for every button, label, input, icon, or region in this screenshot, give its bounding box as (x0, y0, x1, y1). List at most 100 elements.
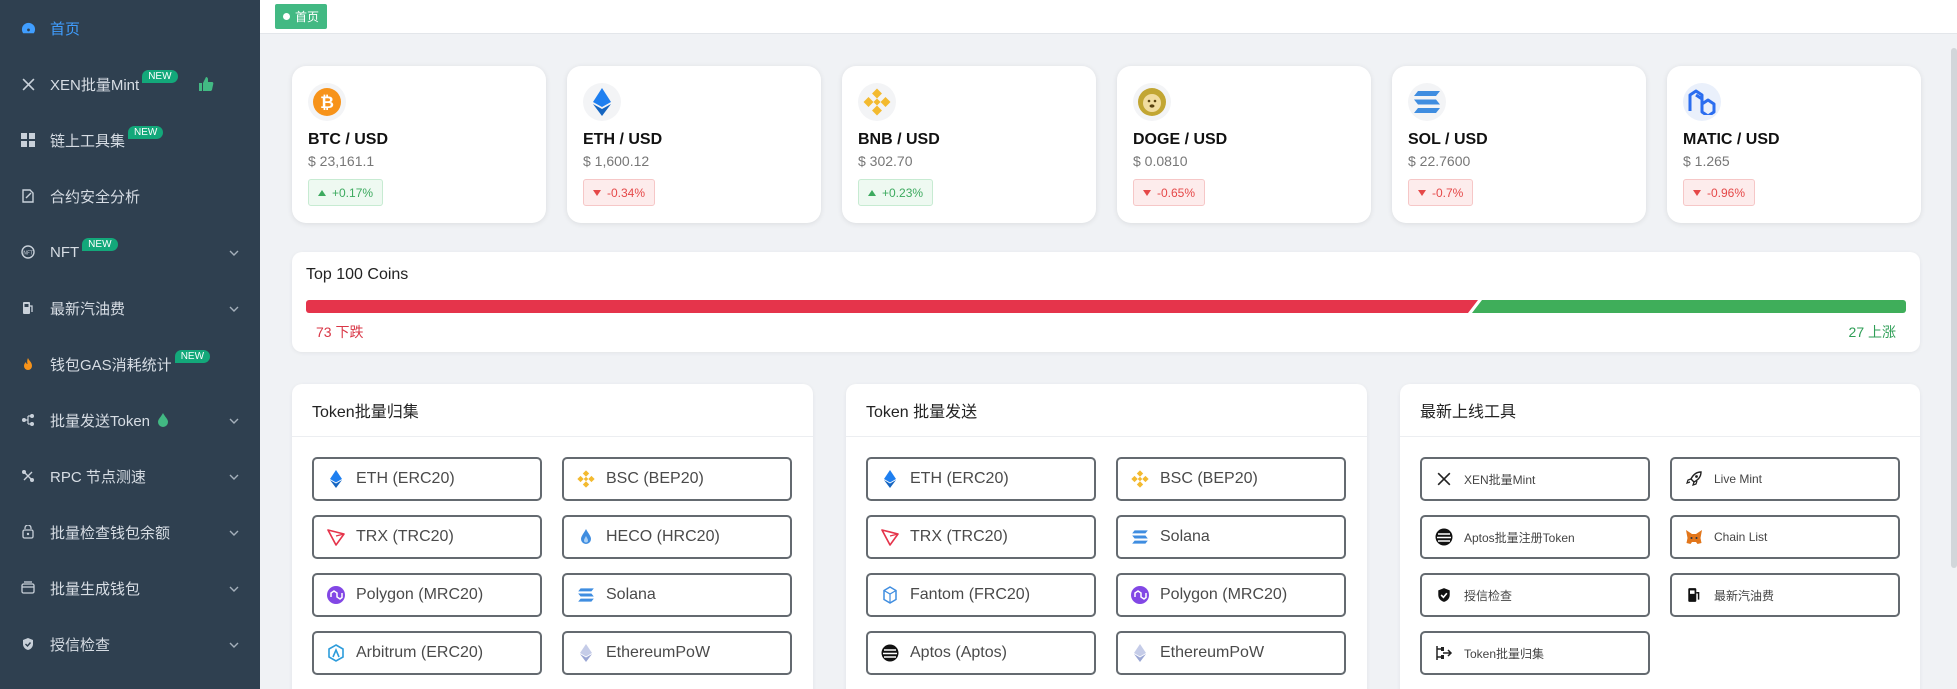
button-label: Chain List (1714, 530, 1768, 544)
change-badge: +0.23% (858, 179, 934, 206)
collect-icon (1434, 643, 1454, 663)
pair-name: ETH / USD (583, 131, 663, 148)
collect-polygon-button[interactable]: Polygon (MRC20) (312, 573, 542, 617)
tool-xen-mint-button[interactable]: XEN批量Mint (1420, 457, 1650, 501)
bnb-icon (858, 83, 896, 121)
fire-icon (20, 356, 36, 372)
button-label: Fantom (FRC20) (910, 586, 1031, 603)
send-solana-button[interactable]: Solana (1116, 515, 1346, 559)
shield-icon (1434, 585, 1454, 605)
price-value: $ 23,161.1 (308, 153, 375, 169)
drop-icon (156, 412, 170, 428)
panel-title: 最新上线工具 (1400, 384, 1920, 437)
sidebar-item-label: XEN批量Mint (50, 76, 140, 94)
page-scrollbar-thumb[interactable] (1951, 48, 1957, 568)
speed-icon (20, 468, 36, 484)
sidebar-item-label: 批量发送Token (50, 412, 151, 430)
button-label: TRX (TRC20) (356, 528, 454, 545)
sidebar-item-nft[interactable]: NFT NFT NEW (0, 224, 260, 280)
tron-icon (880, 527, 900, 547)
button-label: ETH (ERC20) (910, 470, 1009, 487)
send-fantom-button[interactable]: Fantom (FRC20) (866, 573, 1096, 617)
button-label: Solana (1160, 528, 1210, 545)
sidebar-item-label: 首页 (50, 20, 81, 38)
change-value: -0.65% (1157, 185, 1196, 200)
send-icon (20, 412, 36, 428)
collect-trx-button[interactable]: TRX (TRC20) (312, 515, 542, 559)
fantom-icon (880, 585, 900, 605)
collect-bsc-button[interactable]: BSC (BEP20) (562, 457, 792, 501)
solana-icon (1130, 527, 1150, 547)
ethereum-icon (583, 83, 621, 121)
collect-solana-button[interactable]: Solana (562, 573, 792, 617)
dashboard-icon (20, 20, 36, 36)
collect-ethpow-button[interactable]: EthereumPoW (562, 631, 792, 675)
x-icon (1434, 469, 1454, 489)
rocket-icon (1684, 469, 1704, 489)
price-value: $ 1.265 (1683, 153, 1730, 169)
send-aptos-button[interactable]: Aptos (Aptos) (866, 631, 1096, 675)
change-value: -0.7% (1432, 185, 1464, 200)
sidebar-item-approval-check[interactable]: 授信检查 (0, 616, 260, 672)
sidebar-item-label: 合约安全分析 (50, 188, 141, 206)
price-card-doge: DOGE / USD $ 0.0810 -0.65% (1117, 66, 1371, 223)
gas-pump-icon (1684, 585, 1704, 605)
bnb-icon (576, 469, 596, 489)
collect-arbitrum-button[interactable]: Arbitrum (ERC20) (312, 631, 542, 675)
arbitrum-icon (326, 643, 346, 663)
tool-chain-list-button[interactable]: Chain List (1670, 515, 1900, 559)
sidebar-item-check-balance[interactable]: 批量检查钱包余额 (0, 504, 260, 560)
collect-eth-button[interactable]: ETH (ERC20) (312, 457, 542, 501)
sidebar-item-home[interactable]: 首页 (0, 0, 260, 56)
new-badge: NEW (174, 349, 211, 363)
sidebar-item-rpc-speed[interactable]: RPC 节点测速 (0, 448, 260, 504)
pair-name: SOL / USD (1408, 131, 1488, 148)
sidebar-item-chain-tools[interactable]: 链上工具集 NEW (0, 112, 260, 168)
tool-approval-check-button[interactable]: 授信检查 (1420, 573, 1650, 617)
panel-new-tools: 最新上线工具 XEN批量Mint Live Mint Aptos批量注册Toke… (1400, 384, 1920, 689)
decline-label: 73 下跌 (316, 324, 364, 340)
send-eth-button[interactable]: ETH (ERC20) (866, 457, 1096, 501)
send-bsc-button[interactable]: BSC (BEP20) (1116, 457, 1346, 501)
sidebar-item-contract-analysis[interactable]: 合约安全分析 (0, 168, 260, 224)
send-ethpow-button[interactable]: EthereumPoW (1116, 631, 1346, 675)
tag-home[interactable]: 首页 (275, 4, 328, 29)
button-label: EthereumPoW (606, 644, 711, 661)
send-polygon-button[interactable]: Polygon (MRC20) (1116, 573, 1346, 617)
sidebar-item-xen-mint[interactable]: XEN批量Mint NEW (0, 56, 260, 112)
aptos-icon (880, 643, 900, 663)
price-value: $ 302.70 (858, 153, 913, 169)
sidebar-item-label: 最新汽油费 (50, 300, 126, 318)
button-label: Polygon (MRC20) (1160, 586, 1288, 603)
tool-token-collect-button[interactable]: Token批量归集 (1420, 631, 1650, 675)
button-label: Live Mint (1714, 472, 1763, 486)
sidebar-item-gas-price[interactable]: 最新汽油费 (0, 280, 260, 336)
chevron-down-icon (228, 246, 240, 258)
triangle-down-icon (1693, 189, 1701, 196)
sidebar-item-label: RPC 节点测速 (50, 468, 146, 486)
matic-icon (1683, 83, 1721, 121)
change-value: -0.34% (607, 185, 646, 200)
sidebar-item-generate-wallet[interactable]: 批量生成钱包 (0, 560, 260, 616)
chevron-down-icon (228, 470, 240, 482)
tool-live-mint-button[interactable]: Live Mint (1670, 457, 1900, 501)
send-trx-button[interactable]: TRX (TRC20) (866, 515, 1096, 559)
sidebar-item-batch-send[interactable]: 批量发送Token (0, 392, 260, 448)
button-label: Token批量归集 (1464, 646, 1545, 661)
price-card-bnb: BNB / USD $ 302.70 +0.23% (842, 66, 1096, 223)
rise-label: 27 上涨 (1848, 324, 1896, 340)
ethpow-icon (576, 643, 596, 663)
top100-title: Top 100 Coins (306, 266, 409, 283)
sidebar-item-gas-stats[interactable]: 钱包GAS消耗统计 NEW (0, 336, 260, 392)
tool-aptos-register-button[interactable]: Aptos批量注册Token (1420, 515, 1650, 559)
heco-icon (576, 527, 596, 547)
chevron-down-icon (228, 526, 240, 538)
chevron-down-icon (228, 302, 240, 314)
wallet-icon (20, 580, 36, 596)
change-badge: -0.7% (1408, 179, 1474, 206)
tool-gas-price-button[interactable]: 最新汽油费 (1670, 573, 1900, 617)
contract-icon (20, 188, 36, 204)
sidebar: 首页 XEN批量Mint NEW 链上工具集 NEW 合约安全分析 NFT NF… (0, 0, 260, 689)
collect-heco-button[interactable]: HECO (HRC20) (562, 515, 792, 559)
price-card-matic: MATIC / USD $ 1.265 -0.96% (1667, 66, 1921, 223)
